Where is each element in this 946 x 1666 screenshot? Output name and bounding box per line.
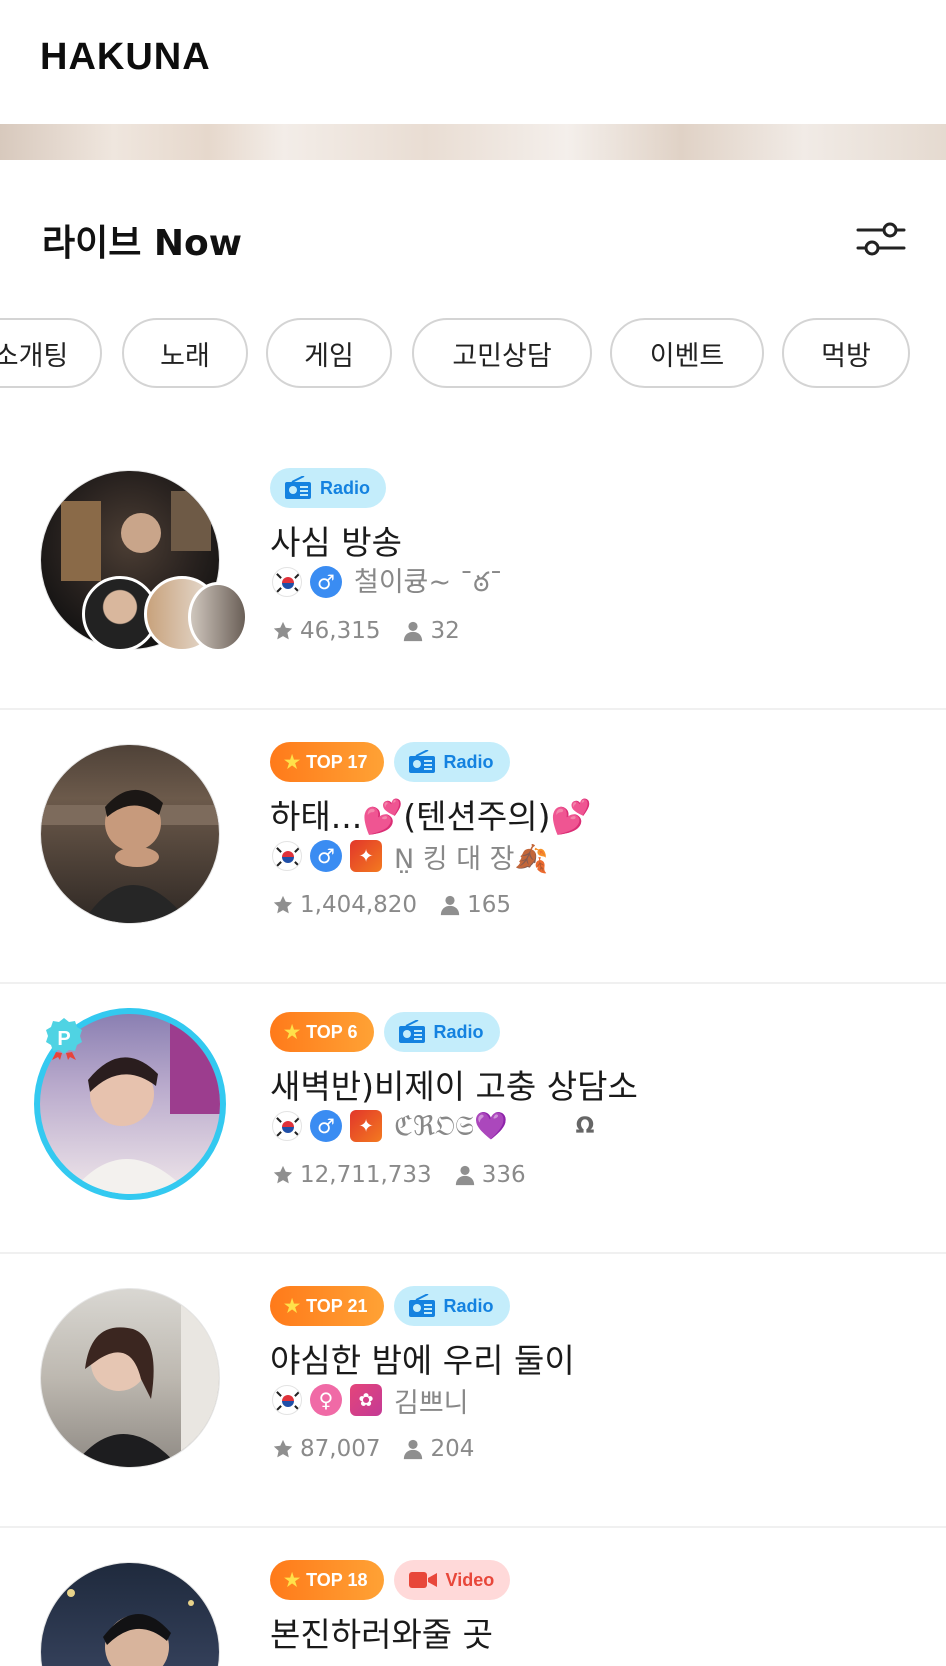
user-icon [455,1165,474,1186]
viewer-count: 165 [467,892,511,918]
korea-flag-icon [272,567,302,597]
host-avatar[interactable] [40,744,222,926]
star-count: 12,711,733 [300,1162,432,1188]
guest-avatar [188,582,248,652]
stream-item[interactable]: ★ TOP 17 Radio 하태...💕(텐션주의)💕 ♂ ✦ N̤ 킹 대 장… [0,710,946,984]
viewer-count: 336 [481,1162,526,1188]
male-icon: ♂ [310,566,342,598]
radio-icon [408,750,435,773]
top-rank-badge: ★ TOP 6 [270,1012,374,1052]
host-extra-symbol: Ω [575,1113,595,1139]
filter-button[interactable] [856,218,906,260]
stream-item[interactable]: ★ TOP 18 Video 본진하러와줄 곳 [0,1528,946,1666]
star-icon [273,895,293,914]
male-icon: ♂ [310,840,342,872]
premium-badge-icon: P [42,1016,86,1060]
sliders-icon [856,222,906,256]
star-count: 87,007 [300,1436,381,1462]
star-icon [273,1165,293,1184]
star-icon: ★ [284,1021,301,1042]
star-icon: ★ [284,751,301,772]
host-avatar[interactable] [40,1288,222,1470]
user-icon [404,1439,423,1460]
top-rank-badge: ★ TOP 18 [270,1560,384,1600]
korea-flag-icon [272,1111,302,1141]
radio-icon [285,476,311,499]
viewer-count: 32 [430,618,460,644]
radio-icon [398,1020,425,1043]
host-name: 철이큥~ ¯ఠ¯ [354,566,503,598]
stream-item[interactable]: ★ TOP 21 Radio 야심한 밤에 우리 둘이 ♀ ✿ 김쁘니 87,00… [0,1254,946,1528]
banner-image[interactable] [0,124,946,160]
video-camera-icon [408,1572,437,1588]
radio-badge: Radio [383,1012,500,1052]
category-chip-event[interactable]: 이벤트 [610,318,764,388]
user-icon [440,895,460,916]
star-icon: ★ [284,1295,301,1316]
stream-item[interactable]: Radio 사심 방송 ♂ 철이큥~ ¯ఠ¯ 46,315 32 [0,436,946,710]
radio-badge: Radio [270,468,387,508]
category-chip-mukbang[interactable]: 먹방 [782,318,910,388]
star-icon [273,1439,293,1458]
star-count: 1,404,820 [300,892,418,918]
korea-flag-icon [272,841,302,871]
section-title: 라이브 Now [42,223,243,264]
fan-badge-icon: ✿ [350,1384,382,1416]
stream-title: 사심 방송 [270,523,402,562]
radio-badge: Radio [393,1286,510,1326]
category-chip-counseling[interactable]: 고민상담 [412,318,592,388]
stream-title: 야심한 밤에 우리 둘이 [270,1341,575,1380]
star-count: 46,315 [300,618,381,644]
user-icon [404,621,423,642]
category-chip-blind-date[interactable]: 소개팅 [0,318,102,388]
korea-flag-icon [272,1385,302,1415]
host-name: N̤ 킹 대 장🍂 [394,843,549,875]
host-name: ℭℜ𝔒𝔖💜 [394,1110,508,1142]
app-header: HAKUNA [0,0,946,124]
stream-title: 새벽반)비제이 고충 상담소 [270,1067,638,1106]
svg-text:P: P [57,1028,70,1050]
host-avatar[interactable]: P [34,1008,226,1200]
fan-badge-icon: ✦ [350,1110,382,1142]
stream-title: 하태...💕(텐션주의)💕 [270,797,592,836]
star-icon: ★ [284,1569,301,1590]
male-icon: ♂ [310,1110,342,1142]
category-chip-game[interactable]: 게임 [266,318,392,388]
host-name: 김쁘니 [394,1387,469,1419]
star-icon [273,621,293,640]
host-avatar[interactable] [40,470,248,652]
host-avatar[interactable] [40,1562,222,1666]
radio-badge: Radio [393,742,510,782]
fan-badge-icon: ✦ [350,840,382,872]
video-badge: Video [393,1560,511,1600]
stream-title: 본진하러와줄 곳 [270,1615,494,1654]
female-icon: ♀ [310,1384,342,1416]
category-chip-singing[interactable]: 노래 [122,318,248,388]
stream-item[interactable]: P ★ TOP 6 Radio 새벽반)비제이 고충 상담소 ♂ ✦ ℭℜ𝔒𝔖💜 … [0,980,946,1254]
top-rank-badge: ★ TOP 17 [270,742,384,782]
top-rank-badge: ★ TOP 21 [270,1286,384,1326]
viewer-count: 204 [430,1436,475,1462]
radio-icon [408,1294,435,1317]
app-logo[interactable]: HAKUNA [40,36,211,79]
